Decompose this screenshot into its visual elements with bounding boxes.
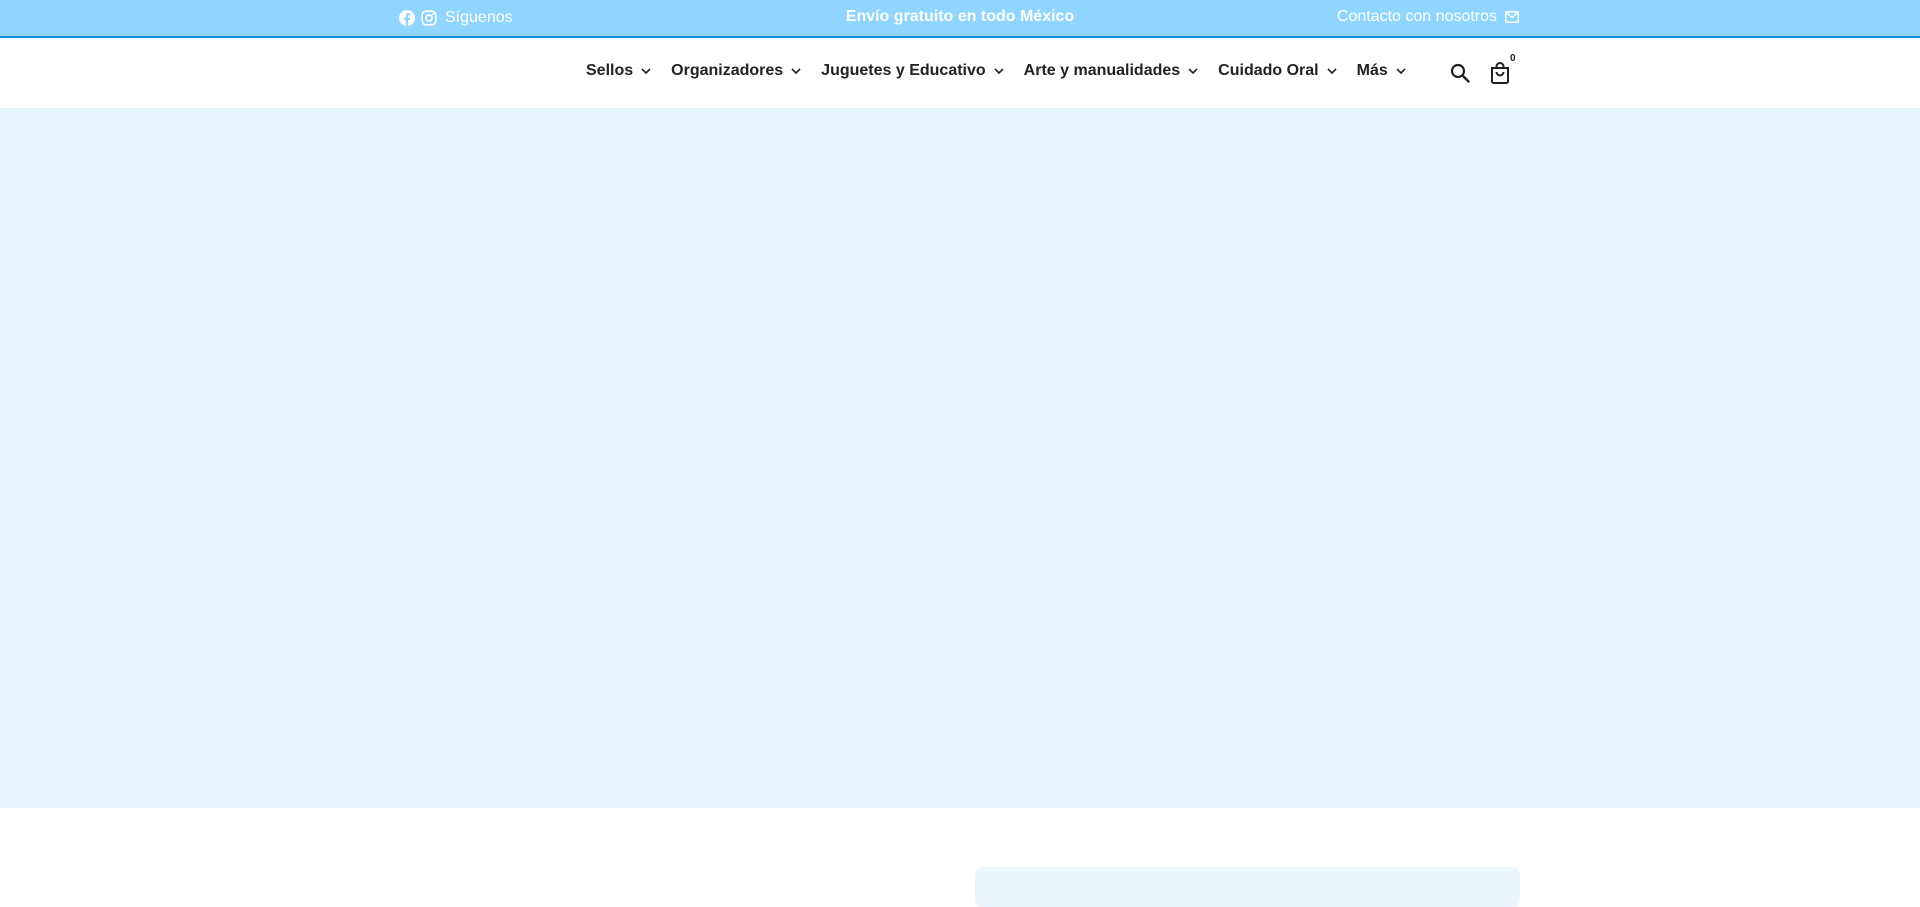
announcement-bar: Síguenos Envío gratuito en todo México C… (0, 0, 1920, 38)
nav-item-cuidado-oral[interactable]: Cuidado Oral (1218, 62, 1337, 80)
free-shipping-message: Envío gratuito en todo México (845, 8, 1075, 25)
content-card (975, 867, 1520, 907)
search-icon[interactable] (1450, 63, 1470, 83)
nav-item-organizadores[interactable]: Organizadores (671, 62, 801, 80)
main-navigation: Sellos Organizadores Juguetes y Educativ… (586, 62, 1426, 80)
nav-item-label: Cuidado Oral (1218, 62, 1319, 79)
nav-item-label: Juguetes y Educativo (821, 62, 986, 79)
chevron-down-icon (791, 68, 801, 74)
chevron-down-icon (1188, 68, 1198, 74)
chevron-down-icon (994, 68, 1004, 74)
nav-item-label: Más (1356, 62, 1388, 79)
site-header: Sellos Organizadores Juguetes y Educativ… (0, 38, 1920, 108)
hero-banner (0, 108, 1920, 808)
chevron-down-icon (1396, 68, 1406, 74)
nav-item-sellos[interactable]: Sellos (586, 62, 651, 80)
contact-link[interactable]: Contacto con nosotros (1337, 8, 1519, 26)
cart-count-badge: 0 (1510, 53, 1516, 64)
chevron-down-icon (1327, 68, 1337, 74)
nav-item-label: Organizadores (671, 62, 784, 79)
nav-item-label: Arte y manualidades (1023, 62, 1181, 79)
chevron-down-icon (641, 68, 651, 74)
mail-icon (1505, 11, 1519, 23)
nav-item-label: Sellos (586, 62, 634, 79)
nav-item-juguetes[interactable]: Juguetes y Educativo (821, 62, 1004, 80)
contact-label[interactable]: Contacto con nosotros (1337, 8, 1497, 26)
nav-item-mas[interactable]: Más (1357, 62, 1406, 80)
shopping-bag-icon[interactable] (1488, 61, 1512, 85)
nav-item-arte[interactable]: Arte y manualidades (1024, 62, 1199, 80)
